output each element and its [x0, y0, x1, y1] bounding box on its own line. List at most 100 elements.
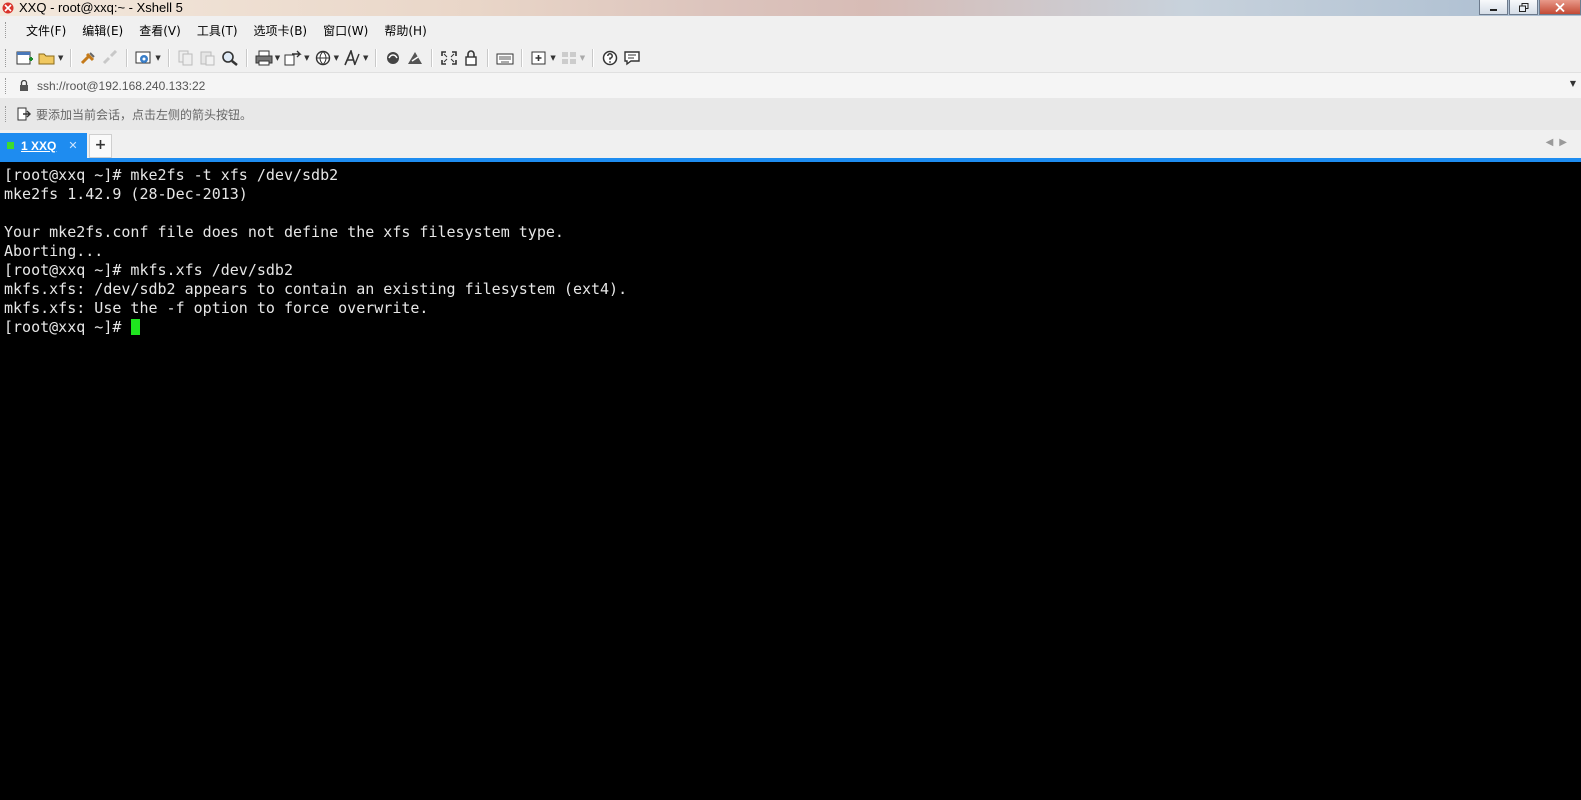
xmanager-button[interactable]	[406, 48, 424, 68]
toolbar-separator	[126, 49, 129, 67]
menu-tools[interactable]: 工具(T)	[189, 22, 246, 39]
lock-button[interactable]	[462, 48, 480, 68]
xftp-icon	[387, 52, 400, 64]
reconnect-button[interactable]: ▼	[135, 48, 161, 68]
tab-xxq[interactable]: 1 XXQ ✕	[0, 133, 87, 158]
menu-window[interactable]: 窗口(W)	[315, 22, 376, 39]
menu-edit[interactable]: 编辑(E)	[74, 22, 131, 39]
minimize-button[interactable]	[1479, 0, 1508, 15]
lock-icon	[20, 80, 28, 91]
toolbar-separator	[245, 49, 248, 67]
xshell-app-icon	[2, 2, 14, 14]
fullscreen-icon	[441, 51, 458, 65]
terminal-prompt-line: [root@xxq ~]#	[4, 318, 141, 337]
close-icon	[1555, 2, 1565, 12]
chevron-down-icon: ▼	[550, 54, 556, 62]
toolbar-separator	[431, 49, 434, 67]
toolbar-separator	[592, 49, 595, 67]
toolbar: ▼ ▼ ▼ ▼ ▼ ▼ ▼ ▼	[0, 44, 1581, 72]
chat-button[interactable]	[623, 48, 641, 68]
add-icon	[531, 51, 546, 65]
print-button[interactable]: ▼	[255, 48, 280, 68]
menu-file[interactable]: 文件(F)	[18, 22, 74, 39]
paste-button[interactable]	[199, 48, 217, 68]
reconnect-icon	[135, 51, 151, 64]
window-title: XXQ - root@xxq:~ - Xshell 5	[19, 0, 183, 15]
terminal[interactable]: [root@xxq ~]# mke2fs -t xfs /dev/sdb2 mk…	[0, 162, 1581, 800]
terminal-line: mke2fs 1.42.9 (28-Dec-2013)	[4, 185, 248, 203]
xftp-button[interactable]	[384, 48, 402, 68]
disconnect-icon	[103, 50, 118, 65]
toolbar-separator	[487, 49, 490, 67]
chat-icon	[624, 51, 640, 66]
address-input[interactable]: ssh://root@192.168.240.133:22	[37, 79, 205, 93]
terminal-line: Your mke2fs.conf file does not define th…	[4, 223, 564, 241]
title-bar: XXQ - root@xxq:~ - Xshell 5	[0, 0, 1581, 16]
font-icon	[344, 50, 360, 66]
close-tab-icon[interactable]: ✕	[68, 139, 77, 152]
new-session-icon	[16, 51, 33, 65]
menu-view[interactable]: 查看(V)	[131, 22, 189, 39]
chevron-down-icon: ▼	[274, 54, 281, 62]
tab-bar: 1 XXQ ✕ + ◀▶	[0, 130, 1581, 162]
connect-icon	[81, 52, 96, 65]
terminal-line: [root@xxq ~]# mke2fs -t xfs /dev/sdb2	[4, 166, 339, 184]
layout-button[interactable]: ▼	[560, 48, 585, 68]
connection-status-icon	[7, 142, 14, 149]
add-button[interactable]: ▼	[530, 48, 556, 68]
chevron-down-icon: ▼	[579, 54, 586, 62]
menu-bar: 文件(F) 编辑(E) 查看(V) 工具(T) 选项卡(B) 窗口(W) 帮助(…	[0, 16, 1581, 45]
lock-icon	[465, 50, 478, 66]
find-icon	[221, 51, 238, 66]
transfer-icon	[284, 50, 302, 66]
menu-help[interactable]: 帮助(H)	[376, 22, 434, 39]
copy-button[interactable]	[177, 48, 195, 68]
chevron-down-icon: ▼	[333, 54, 339, 62]
help-icon	[602, 50, 618, 66]
toolbar-separator	[167, 49, 170, 67]
terminal-prompt: [root@xxq ~]#	[4, 318, 131, 336]
transfer-button[interactable]: ▼	[284, 48, 310, 68]
close-button[interactable]	[1539, 0, 1581, 15]
add-session-arrow-icon[interactable]	[17, 107, 31, 121]
find-button[interactable]	[221, 48, 239, 68]
xmanager-icon	[408, 52, 423, 64]
new-session-button[interactable]	[16, 48, 34, 68]
address-bar: ssh://root@192.168.240.133:22 ▼	[0, 72, 1581, 99]
tab-scroll-arrows[interactable]: ◀▶	[1546, 137, 1573, 148]
menu-grip[interactable]	[5, 22, 9, 38]
open-button[interactable]: ▼	[38, 48, 63, 68]
font-button[interactable]: ▼	[343, 48, 368, 68]
minimize-icon	[1490, 8, 1497, 11]
chevron-down-icon: ▼	[58, 54, 64, 62]
terminal-line: mkfs.xfs: /dev/sdb2 appears to contain a…	[4, 280, 628, 298]
layout-icon	[561, 52, 576, 64]
toolbar-separator	[521, 49, 524, 67]
paste-icon	[200, 51, 215, 66]
toolbar-separator	[375, 49, 378, 67]
chevron-down-icon[interactable]: ▼	[1570, 79, 1576, 88]
chevron-down-icon: ▼	[362, 54, 369, 62]
restore-icon	[1518, 2, 1528, 12]
copy-icon	[178, 50, 193, 66]
new-tab-button[interactable]: +	[89, 134, 112, 158]
toolbar-grip[interactable]	[5, 49, 9, 67]
disconnect-button[interactable]	[101, 48, 119, 68]
globe-icon	[315, 50, 330, 66]
session-hint-bar: 要添加当前会话，点击左侧的箭头按钮。	[0, 98, 1581, 130]
hint-grip[interactable]	[5, 106, 9, 122]
terminal-line: [root@xxq ~]# mkfs.xfs /dev/sdb2	[4, 261, 293, 279]
keyboard-button[interactable]	[496, 48, 514, 68]
fullscreen-button[interactable]	[440, 48, 458, 68]
print-icon	[255, 50, 273, 66]
restore-button[interactable]	[1509, 0, 1538, 15]
help-button[interactable]	[601, 48, 619, 68]
connect-button[interactable]	[79, 48, 97, 68]
menu-tab[interactable]: 选项卡(B)	[246, 22, 316, 39]
globe-button[interactable]: ▼	[314, 48, 339, 68]
address-grip[interactable]	[5, 77, 9, 94]
toolbar-separator	[70, 49, 73, 67]
window-controls	[1478, 0, 1581, 16]
open-folder-icon	[38, 53, 55, 65]
chevron-down-icon: ▼	[304, 54, 310, 62]
